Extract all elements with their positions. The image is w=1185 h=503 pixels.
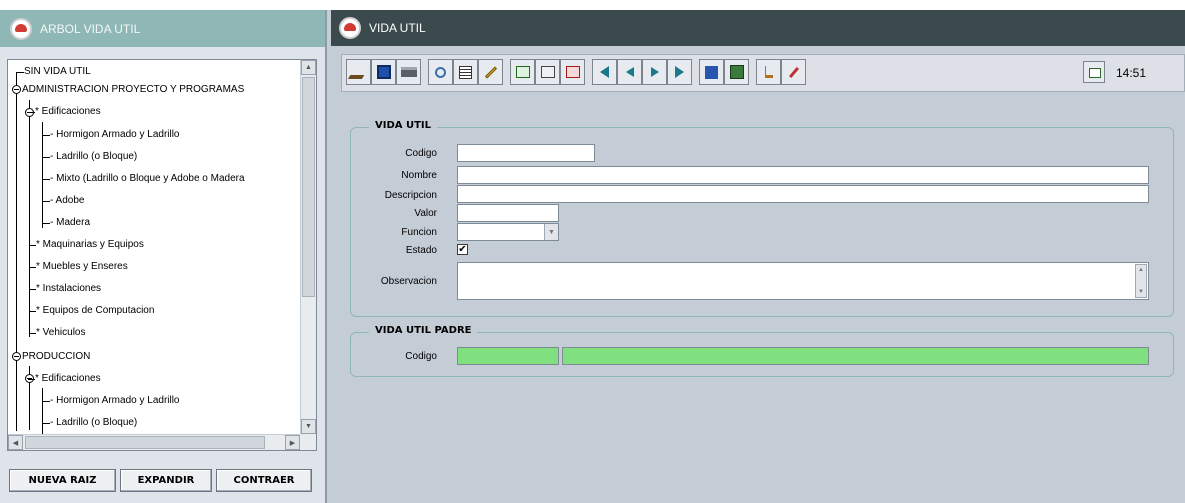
form-window-titlebar: VIDA UTIL bbox=[331, 10, 1185, 46]
estado-label: Estado bbox=[405, 245, 437, 256]
tree-node[interactable]: ADMINISTRACION PROYECTO Y PROGRAMAS bbox=[22, 81, 244, 99]
scroll-right-icon[interactable]: ▶ bbox=[285, 435, 300, 450]
edit-icon[interactable] bbox=[478, 59, 503, 85]
tree-node[interactable]: - Madera bbox=[42, 214, 90, 232]
tree-node[interactable]: - Hormigon Armado y Ladrillo bbox=[43, 392, 180, 410]
padre-codigo-input[interactable] bbox=[457, 347, 559, 365]
funcion-select[interactable]: ▼ bbox=[457, 223, 559, 241]
tree-node[interactable]: - Ladrillo (o Bloque) bbox=[42, 414, 137, 432]
tree-window-titlebar: ARBOL VIDA UTIL bbox=[0, 10, 325, 47]
padre-codigo-label: Codigo bbox=[405, 351, 437, 362]
save-icon[interactable] bbox=[346, 59, 371, 85]
scroll-down-icon[interactable]: ▼ bbox=[1136, 287, 1146, 297]
help-icon[interactable] bbox=[699, 59, 724, 85]
tree-view[interactable]: SIN VIDA UTIL ADMINISTRACION PROYECTO Y … bbox=[7, 59, 317, 451]
prev-record-icon[interactable] bbox=[617, 59, 642, 85]
valor-label: Valor bbox=[414, 208, 437, 219]
floppy-icon[interactable] bbox=[371, 59, 396, 85]
tree-vertical-scrollbar[interactable]: ▲ ▼ bbox=[300, 60, 316, 434]
scroll-up-icon[interactable]: ▲ bbox=[1136, 265, 1146, 275]
collapse-toggle-icon[interactable] bbox=[12, 352, 21, 361]
tree-node[interactable]: * Edificaciones bbox=[28, 370, 101, 388]
tree-node[interactable]: - Adobe bbox=[42, 192, 84, 210]
tree-content: SIN VIDA UTIL ADMINISTRACION PROYECTO Y … bbox=[8, 60, 300, 434]
anchor-icon[interactable] bbox=[756, 59, 781, 85]
last-record-icon[interactable] bbox=[667, 59, 692, 85]
padre-nombre-input[interactable] bbox=[562, 347, 1149, 365]
vida-util-legend: VIDA UTIL bbox=[369, 120, 438, 131]
scroll-thumb[interactable] bbox=[302, 77, 315, 297]
tree-node[interactable]: * Equipos de Computacion bbox=[28, 302, 154, 320]
nombre-label: Nombre bbox=[401, 170, 437, 181]
expand-button[interactable]: EXPANDIR bbox=[120, 469, 212, 492]
main-toolbar: 14:51 bbox=[341, 54, 1185, 92]
valor-input[interactable] bbox=[457, 204, 559, 222]
nombre-input[interactable] bbox=[457, 166, 1149, 184]
scroll-up-icon[interactable]: ▲ bbox=[301, 60, 316, 75]
clock-display: 14:51 bbox=[1116, 66, 1147, 80]
observacion-scrollbar[interactable]: ▲ ▼ bbox=[1135, 264, 1147, 298]
scroll-thumb[interactable] bbox=[25, 436, 265, 449]
form-window-title: VIDA UTIL bbox=[369, 21, 426, 35]
scroll-left-icon[interactable]: ◀ bbox=[8, 435, 23, 450]
tree-window: ARBOL VIDA UTIL SIN VIDA UTIL ADMINISTRA… bbox=[0, 10, 327, 503]
tree-node[interactable]: * Edificaciones bbox=[28, 103, 101, 121]
list-icon[interactable] bbox=[453, 59, 478, 85]
tree-node[interactable]: * Muebles y Enseres bbox=[29, 258, 128, 276]
next-record-icon[interactable] bbox=[642, 59, 667, 85]
collapse-button[interactable]: CONTRAER bbox=[216, 469, 312, 492]
app-logo-icon bbox=[10, 17, 32, 40]
scroll-down-icon[interactable]: ▼ bbox=[301, 419, 316, 434]
codigo-input[interactable] bbox=[457, 144, 595, 162]
exit-icon[interactable] bbox=[724, 59, 749, 85]
tree-node[interactable]: SIN VIDA UTIL bbox=[24, 63, 91, 81]
delete-record-icon[interactable] bbox=[560, 59, 585, 85]
vida-util-padre-legend: VIDA UTIL PADRE bbox=[369, 325, 478, 336]
chevron-down-icon[interactable]: ▼ bbox=[544, 224, 558, 240]
tree-node[interactable]: - Hormigon Armado y Ladrillo bbox=[43, 126, 180, 144]
tree-node[interactable]: * Vehiculos bbox=[28, 324, 85, 342]
insert-record-icon[interactable] bbox=[510, 59, 535, 85]
tree-node[interactable]: - Ladrillo (o Bloque) bbox=[42, 148, 137, 166]
codigo-label: Codigo bbox=[405, 148, 437, 159]
collapse-toggle-icon[interactable] bbox=[12, 85, 21, 94]
calendar-icon[interactable] bbox=[1083, 61, 1105, 83]
vida-util-padre-section: VIDA UTIL PADRE Codigo bbox=[350, 325, 1174, 377]
new-root-button[interactable]: NUEVA RAIZ bbox=[9, 469, 116, 492]
tree-node[interactable]: - Mixto (Ladrillo o Bloque y Adobe o Mad… bbox=[43, 170, 245, 188]
tree-horizontal-scrollbar[interactable]: ◀ ▶ bbox=[8, 434, 300, 450]
tree-node[interactable]: * Maquinarias y Equipos bbox=[29, 236, 144, 254]
duplicate-record-icon[interactable] bbox=[535, 59, 560, 85]
estado-checkbox[interactable]: ✔ bbox=[457, 244, 468, 255]
tree-node[interactable]: * Instalaciones bbox=[28, 280, 101, 298]
brush-icon[interactable] bbox=[781, 59, 806, 85]
tree-node[interactable]: PRODUCCION bbox=[22, 348, 90, 366]
funcion-label: Funcion bbox=[401, 227, 437, 238]
observacion-label: Observacion bbox=[380, 276, 437, 287]
descripcion-label: Descripcion bbox=[384, 190, 437, 201]
observacion-textarea[interactable]: ▲ ▼ bbox=[457, 262, 1149, 300]
tree-button-row: NUEVA RAIZ EXPANDIR CONTRAER bbox=[9, 469, 312, 492]
first-record-icon[interactable] bbox=[592, 59, 617, 85]
printer-icon[interactable] bbox=[396, 59, 421, 85]
tree-window-title: ARBOL VIDA UTIL bbox=[40, 21, 141, 36]
descripcion-input[interactable] bbox=[457, 185, 1149, 203]
top-strip bbox=[0, 0, 1185, 10]
search-icon[interactable] bbox=[428, 59, 453, 85]
vida-util-section: VIDA UTIL Codigo Nombre Descripcion Valo… bbox=[350, 120, 1174, 317]
app-logo-icon bbox=[339, 17, 361, 39]
